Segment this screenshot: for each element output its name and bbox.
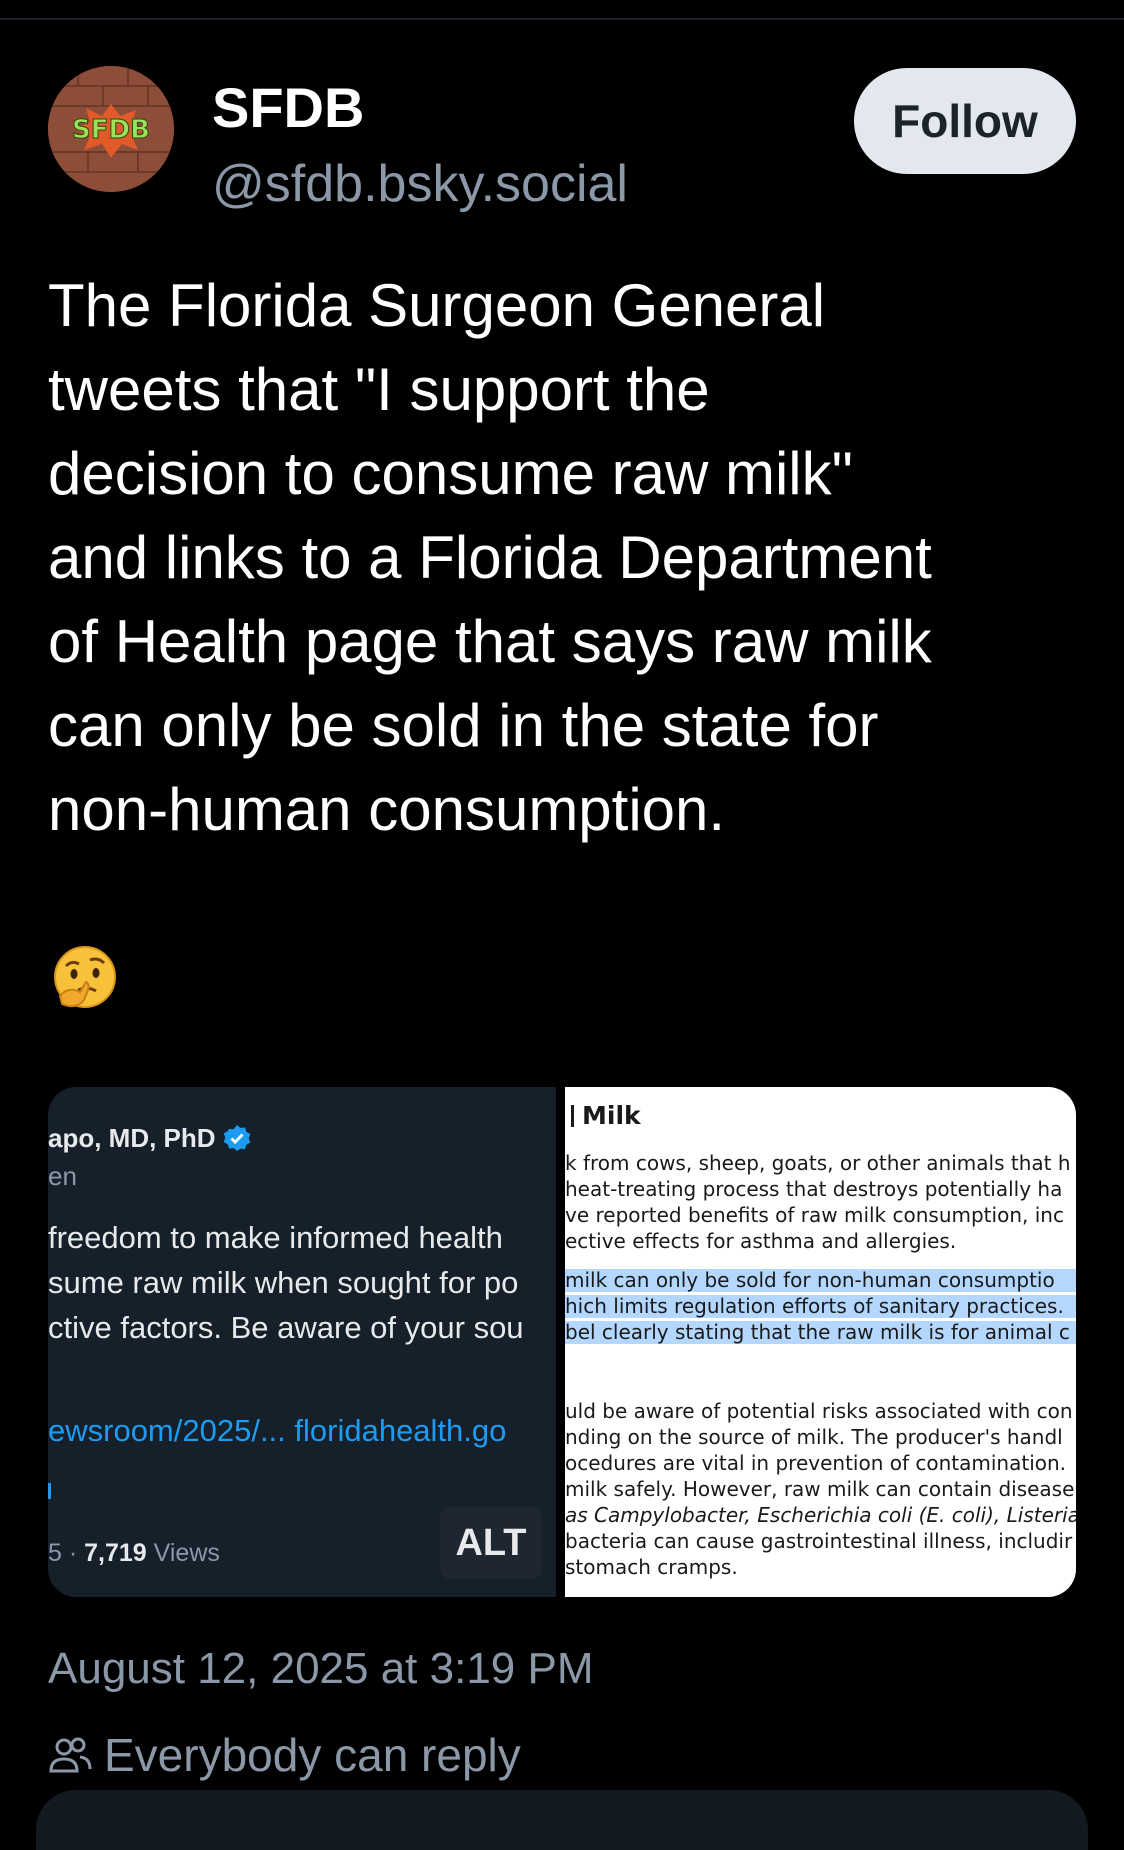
doc-line: ocedures are vital in prevention of cont… [565,1451,1067,1475]
post-timestamp[interactable]: August 12, 2025 at 3:19 PM [48,1644,594,1694]
tweet-author-handle: en [48,1161,77,1191]
author-handle[interactable]: @sfdb.bsky.social [212,154,628,214]
doc-highlighted-line: bel clearly stating that the raw milk is… [565,1321,1076,1344]
doc-line: milk safely. However, raw milk can conta… [565,1477,1075,1501]
tweet-text-line: ctive factors. Be aware of your sou [48,1310,524,1345]
tweet-link-fragment [48,1483,51,1499]
tweet-link: ewsroom/2025/... floridahealth.go [48,1413,507,1448]
doc-highlighted-line: milk can only be sold for non-human cons… [565,1269,1076,1292]
health-page-screenshot-image[interactable]: Milk k from cows, sheep, goats, or other… [565,1087,1076,1597]
reply-setting-label: Everybody can reply [104,1729,521,1781]
doc-highlighted-line: hich limits regulation efforts of sanita… [565,1295,1076,1318]
doc-line: nding on the source of milk. The produce… [565,1425,1063,1449]
doc-line: heat-treating process that destroys pote… [565,1177,1063,1201]
doc-line: ective effects for asthma and allergies. [565,1229,957,1253]
tweet-text-line: freedom to make informed health [48,1220,503,1255]
follow-button[interactable]: Follow [854,68,1076,174]
author-avatar[interactable]: SFDB [48,66,174,192]
doc-line: stomach cramps. [565,1555,738,1579]
tweet-screenshot-image[interactable]: apo, MD, PhD en freedom to make informed… [48,1087,556,1597]
doc-line: as Campylobacter, Escherichia coli (E. c… [565,1503,1076,1527]
thinking-face-icon [54,946,116,1008]
tweet-text-line: sume raw milk when sought for po [48,1265,519,1300]
doc-line: ve reported benefits of raw milk consump… [565,1203,1064,1227]
reply-composer-edge[interactable] [36,1790,1088,1850]
author-display-name[interactable]: SFDB [212,76,364,140]
avatar-logo: SFDB [48,66,174,192]
doc-line: bacteria can cause gastrointestinal illn… [565,1529,1073,1553]
alt-text-button[interactable]: ALT [440,1507,542,1579]
svg-text:SFDB: SFDB [72,115,150,145]
post-text: The Florida Surgeon General tweets that … [48,272,932,843]
tweet-author-name: apo, MD, PhD [48,1123,252,1154]
people-icon [49,1737,92,1773]
doc-title: Milk [571,1101,641,1130]
doc-line: k from cows, sheep, goats, or other anim… [565,1151,1071,1175]
doc-line: uld be aware of potential risks associat… [565,1399,1073,1423]
reply-setting: Everybody can reply [48,1728,521,1782]
attached-images: apo, MD, PhD en freedom to make informed… [48,1087,1076,1597]
top-divider [0,18,1124,20]
tweet-views: 5 · 7,719 Views [48,1539,220,1567]
verified-badge-icon [223,1125,250,1151]
